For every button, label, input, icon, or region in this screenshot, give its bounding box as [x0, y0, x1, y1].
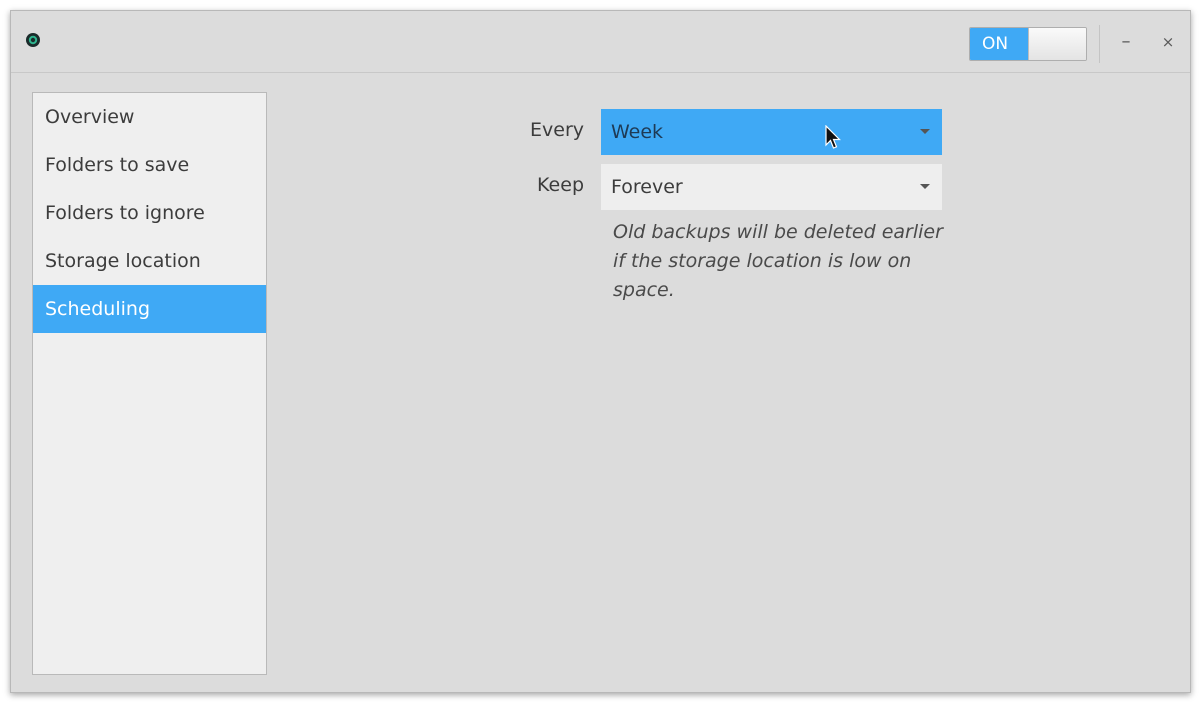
close-icon: ×: [1161, 33, 1175, 51]
title-bar: ON – ×: [11, 11, 1190, 73]
backup-window: ON – × Overview Folders to save Folders …: [10, 10, 1191, 693]
every-dropdown-value: Week: [611, 121, 664, 143]
every-dropdown[interactable]: Week: [601, 109, 942, 155]
sidebar-item-folders-to-save[interactable]: Folders to save: [33, 141, 266, 189]
close-button[interactable]: ×: [1157, 29, 1179, 55]
chevron-down-icon: [920, 184, 930, 189]
minimize-button[interactable]: –: [1115, 29, 1137, 55]
sidebar: Overview Folders to save Folders to igno…: [32, 92, 267, 675]
sidebar-item-overview[interactable]: Overview: [33, 93, 266, 141]
minimize-icon: –: [1121, 31, 1131, 52]
keep-dropdown-value: Forever: [611, 176, 683, 198]
app-logo-icon: [26, 33, 40, 47]
mouse-pointer-icon: [825, 125, 841, 149]
sidebar-item-label: Folders to ignore: [45, 202, 205, 224]
sidebar-item-storage-location[interactable]: Storage location: [33, 237, 266, 285]
sidebar-item-label: Overview: [45, 106, 135, 128]
toggle-on-label: ON: [970, 28, 1028, 60]
sidebar-item-label: Storage location: [45, 250, 201, 272]
titlebar-divider: [1099, 25, 1100, 63]
chevron-down-icon: [920, 129, 930, 134]
retention-hint: Old backups will be deleted earlier if t…: [613, 221, 943, 301]
backup-toggle[interactable]: ON: [969, 27, 1087, 61]
sidebar-item-label: Scheduling: [45, 298, 151, 320]
keep-dropdown[interactable]: Forever: [601, 164, 942, 210]
toggle-knob: [1028, 28, 1086, 60]
keep-label: Keep: [537, 174, 584, 196]
every-label: Every: [530, 119, 584, 141]
sidebar-item-label: Folders to save: [45, 154, 190, 176]
sidebar-item-folders-to-ignore[interactable]: Folders to ignore: [33, 189, 266, 237]
sidebar-item-scheduling[interactable]: Scheduling: [33, 285, 266, 333]
